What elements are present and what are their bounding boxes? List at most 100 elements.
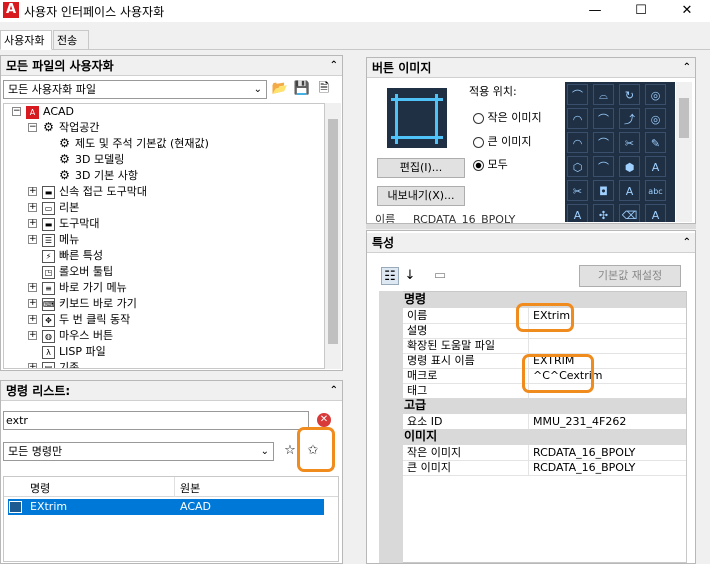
ellipse-icon[interactable]: ◠ bbox=[567, 108, 588, 129]
property-value[interactable] bbox=[530, 338, 686, 354]
tree-scrollbar[interactable] bbox=[325, 103, 341, 369]
tree-item[interactable]: ▬ 도구막대 bbox=[42, 216, 99, 232]
table-row[interactable]: EXtrim ACAD bbox=[8, 499, 324, 515]
arc-icon[interactable]: ⌒ bbox=[567, 84, 588, 105]
column-source[interactable]: 원본 bbox=[180, 480, 200, 496]
expand-node-icon[interactable]: + bbox=[28, 203, 37, 212]
tree-item[interactable]: ⚙ 3D 모델링 bbox=[58, 152, 124, 168]
mouse-icon: ◍ bbox=[42, 329, 55, 343]
extend-icon[interactable]: ⤴ bbox=[619, 108, 640, 129]
erase-icon[interactable]: ⌫ bbox=[619, 204, 640, 222]
circle-icon[interactable]: ◎ bbox=[645, 108, 666, 129]
command-filter-dropdown[interactable]: 모든 명령만 ⌄ bbox=[3, 442, 274, 461]
property-pages-icon[interactable]: ▭ bbox=[431, 267, 449, 285]
tree-item[interactable]: ≡ 바로 가기 메뉴 bbox=[42, 280, 127, 296]
scissors-icon[interactable]: ✂ bbox=[567, 180, 588, 201]
property-value[interactable]: RCDATA_16_BPOLY bbox=[530, 460, 686, 476]
trim-icon[interactable]: ✂ bbox=[619, 132, 640, 153]
close-button[interactable]: ✕ bbox=[664, 0, 710, 22]
cube-icon[interactable]: ⬢ bbox=[619, 156, 640, 177]
tree-item[interactable]: A ACAD bbox=[26, 104, 74, 120]
property-row[interactable]: 요소 ID MMU_231_4F262 bbox=[380, 414, 686, 430]
tree-item[interactable]: ⚙ 3D 기본 사항 bbox=[58, 168, 138, 184]
clear-search-icon[interactable]: ✕ bbox=[317, 413, 331, 427]
collapse-icon[interactable]: ⌃ bbox=[330, 384, 338, 398]
radio-small-image[interactable]: 작은 이미지 bbox=[473, 109, 542, 125]
tree-item[interactable]: ▭ 리본 bbox=[42, 200, 79, 216]
curve-icon[interactable]: ⌒ bbox=[593, 108, 614, 129]
cloud-icon[interactable]: ⌓ bbox=[593, 84, 614, 105]
expand-node-icon[interactable]: + bbox=[28, 363, 37, 368]
image-gallery[interactable]: ⌒ ⌓ ↻ ◎ ◠ ⌒ ⤴ ◎ ◠ ⌒ ✂ ✎ ⬡ ⌒ ⬢ A ✂ ◘ Aabc A ✣ ⌫ A bbox=[565, 82, 675, 222]
command-search-input[interactable]: extr bbox=[3, 411, 309, 430]
expand-node-icon[interactable]: + bbox=[28, 283, 37, 292]
spell-icon[interactable]: abc bbox=[645, 180, 666, 201]
expand-node-icon[interactable]: + bbox=[28, 187, 37, 196]
tree-item[interactable]: ☰ 메뉴 bbox=[42, 232, 79, 248]
expand-node-icon[interactable]: + bbox=[28, 219, 37, 228]
attribute-icon[interactable]: A bbox=[645, 204, 666, 222]
arc-icon[interactable]: ⌒ bbox=[593, 156, 614, 177]
tree-item[interactable]: ▤ 기존 bbox=[42, 360, 79, 368]
expand-node-icon[interactable]: + bbox=[28, 235, 37, 244]
scrollbar-thumb[interactable] bbox=[679, 98, 689, 138]
save-as-icon[interactable]: 🗎 bbox=[315, 80, 333, 98]
tree-item[interactable]: λ LISP 파일 bbox=[42, 344, 106, 360]
tree-item[interactable]: ◍ 마우스 버튼 bbox=[42, 328, 113, 344]
minimize-button[interactable]: — bbox=[572, 0, 618, 22]
gallery-scrollbar[interactable] bbox=[676, 82, 692, 222]
collapse-icon[interactable]: ⌃ bbox=[330, 59, 338, 73]
property-value[interactable]: MMU_231_4F262 bbox=[530, 414, 686, 430]
block-icon[interactable]: ◘ bbox=[593, 180, 614, 201]
export-button[interactable]: 내보내기(X)... bbox=[377, 186, 465, 206]
open-folder-icon[interactable]: 📂 bbox=[271, 80, 289, 98]
tab-transfer[interactable]: 전송 bbox=[53, 30, 89, 50]
tree-item-label: 제도 및 주석 기본값 (현재값) bbox=[75, 137, 209, 150]
tree-item[interactable]: ⚡ 빠른 특성 bbox=[42, 248, 103, 264]
pencil-icon[interactable]: ✎ bbox=[645, 132, 666, 153]
hatch-icon[interactable]: ⬡ bbox=[567, 156, 588, 177]
property-value[interactable]: RCDATA_16_BPOLY bbox=[530, 445, 686, 461]
expand-node-icon[interactable]: + bbox=[28, 315, 37, 324]
tab-customize[interactable]: 사용자화 bbox=[0, 30, 52, 50]
tree-item[interactable]: ⚙ 작업공간 bbox=[42, 120, 99, 136]
reset-defaults-button[interactable]: 기본값 재설정 bbox=[579, 265, 681, 287]
property-category[interactable]: ⊟이미지 bbox=[380, 429, 686, 445]
scrollbar-thumb[interactable] bbox=[328, 119, 338, 344]
column-command[interactable]: 명령 bbox=[30, 480, 50, 496]
property-row[interactable]: 작은 이미지 RCDATA_16_BPOLY bbox=[380, 445, 686, 461]
collapse-icon[interactable]: ⌃ bbox=[683, 236, 691, 250]
rotate-icon[interactable]: ↻ bbox=[619, 84, 640, 105]
collapse-node-icon[interactable]: − bbox=[12, 107, 21, 116]
collapse-node-icon[interactable]: − bbox=[28, 123, 37, 132]
radio-both[interactable]: 모두 bbox=[473, 156, 508, 172]
fillet-icon[interactable]: ⌒ bbox=[593, 132, 614, 153]
collapse-icon[interactable]: ⌃ bbox=[683, 61, 691, 75]
property-row[interactable]: 큰 이미지 RCDATA_16_BPOLY bbox=[380, 460, 686, 476]
tree-item[interactable]: ✥ 두 번 클릭 동작 bbox=[42, 312, 130, 328]
save-icon[interactable]: 💾 bbox=[293, 80, 311, 98]
tree-item[interactable]: ⚙ 제도 및 주석 기본값 (현재값) bbox=[58, 136, 209, 152]
ellipse-icon[interactable]: ◠ bbox=[567, 132, 588, 153]
text-icon[interactable]: A bbox=[645, 156, 666, 177]
panel-splitter[interactable] bbox=[366, 224, 696, 229]
tree-item[interactable]: ◳ 롤오버 툴팁 bbox=[42, 264, 113, 280]
text-icon[interactable]: A bbox=[619, 180, 640, 201]
expand-node-icon[interactable]: + bbox=[28, 299, 37, 308]
categorized-icon[interactable]: ☷ bbox=[381, 267, 399, 285]
tree-item-label: 3D 기본 사항 bbox=[75, 169, 138, 182]
property-category[interactable]: ⊟고급 bbox=[380, 398, 686, 414]
move-icon[interactable]: ✣ bbox=[593, 204, 614, 222]
maximize-button[interactable]: ☐ bbox=[618, 0, 664, 22]
radio-large-image[interactable]: 큰 이미지 bbox=[473, 133, 531, 149]
property-row[interactable]: 확장된 도움말 파일 bbox=[380, 338, 686, 354]
bpoly-preview-icon bbox=[387, 88, 447, 148]
tree-item[interactable]: ⌨ 키보드 바로 가기 bbox=[42, 296, 137, 312]
target-icon[interactable]: ◎ bbox=[645, 84, 666, 105]
file-filter-dropdown[interactable]: 모든 사용자화 파일 ⌄ bbox=[3, 80, 267, 99]
tree-item[interactable]: ▬ 신속 접근 도구막대 bbox=[42, 184, 147, 200]
edit-button[interactable]: 편집(I)... bbox=[377, 158, 465, 178]
sort-alpha-icon[interactable]: ↓ bbox=[401, 267, 419, 285]
text-style-icon[interactable]: A bbox=[567, 204, 588, 222]
expand-node-icon[interactable]: + bbox=[28, 331, 37, 340]
